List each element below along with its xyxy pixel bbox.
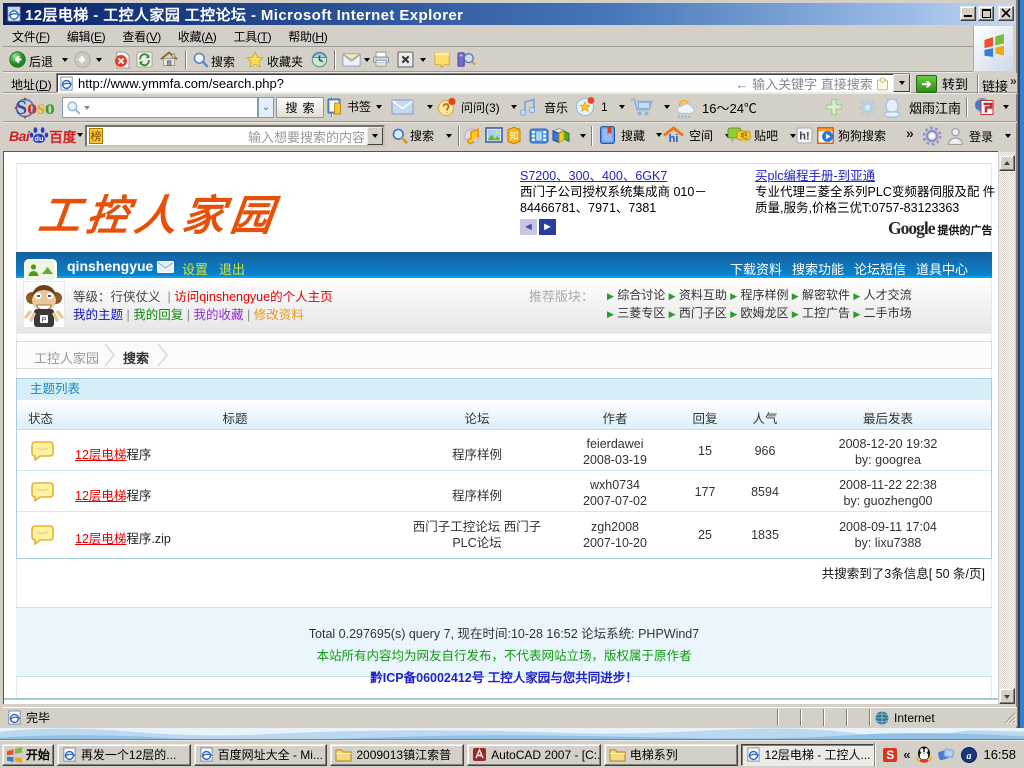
svg-text:P: P — [42, 317, 47, 324]
svg-text:知: 知 — [509, 130, 518, 141]
svg-text:hi: hi — [669, 133, 679, 145]
svg-text:h!: h! — [799, 131, 809, 143]
svg-text:du: du — [35, 134, 44, 143]
svg-text:a: a — [967, 751, 972, 762]
svg-text:吧: 吧 — [741, 132, 748, 140]
